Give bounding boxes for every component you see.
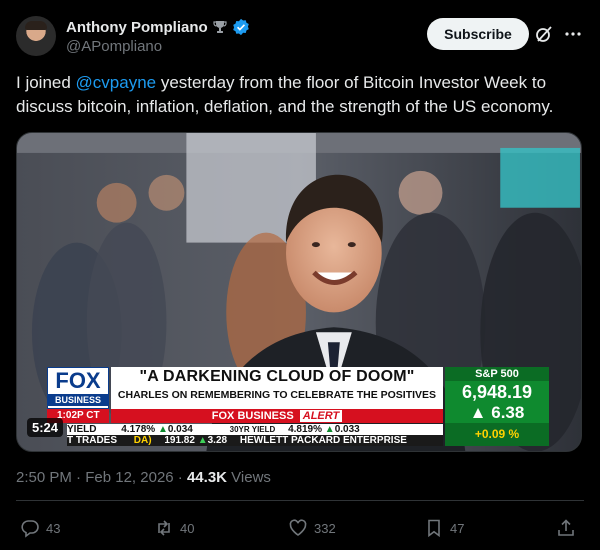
index-pct: +0.09 %: [445, 423, 549, 446]
divider: [16, 500, 584, 501]
alert-bar: FOX BUSINESS ALERT: [111, 409, 443, 423]
subscribe-button[interactable]: Subscribe: [427, 18, 529, 50]
share-button[interactable]: [556, 518, 576, 538]
ticker-change-2: 0.033: [334, 424, 360, 435]
bookmark-count: 47: [450, 520, 465, 536]
bookmark-icon: [428, 519, 440, 538]
up-arrow-icon: ▲: [157, 424, 168, 435]
action-bar: 43 40 332 47: [16, 518, 584, 542]
author-handle[interactable]: @APompliano: [66, 38, 250, 55]
video-player[interactable]: FOX BUSINESS 1:02P CT "A DARKENING CLOUD…: [16, 132, 582, 452]
index-name: S&P 500: [445, 367, 549, 381]
alert-word: ALERT: [299, 410, 343, 422]
ticker2-left: T TRADES: [67, 435, 117, 446]
chyron-subhead: CHARLES ON REMEMBERING TO CELEBRATE THE …: [117, 389, 437, 401]
chyron-headline-box: "A DARKENING CLOUD OF DOOM" CHARLES ON R…: [111, 367, 443, 409]
ticker2-change: 3.28: [207, 435, 228, 446]
ticker-row-2: T TRADES DA) 191.82 ▲3.28 HEWLETT PACKAR…: [67, 435, 443, 446]
up-arrow-icon: ▲: [324, 424, 335, 435]
like-button[interactable]: 332: [288, 518, 336, 538]
news-chyron: FOX BUSINESS 1:02P CT "A DARKENING CLOUD…: [47, 367, 567, 446]
views-label: Views: [227, 469, 271, 486]
index-change-value: 6.38: [491, 403, 525, 422]
ticker-value-2: 4.819%: [288, 424, 323, 435]
avatar[interactable]: [16, 16, 56, 56]
tweet-header: Anthony Pompliano @APompliano Subscribe: [16, 14, 584, 58]
fox-logo: FOX BUSINESS: [47, 367, 109, 409]
up-arrow-icon: ▲: [469, 403, 487, 422]
chyron-headline: "A DARKENING CLOUD OF DOOM": [139, 368, 415, 385]
reply-button[interactable]: 43: [20, 518, 60, 538]
video-duration: 5:24: [27, 418, 64, 437]
ticker-label-2: 30YR YIELD: [229, 425, 276, 434]
up-arrow-icon: ▲: [197, 435, 208, 446]
mention-link[interactable]: @cvpayne: [76, 73, 157, 92]
reply-count: 43: [46, 520, 61, 536]
author-block: Anthony Pompliano @APompliano: [66, 17, 250, 55]
verified-badge-icon: [232, 18, 249, 36]
repost-icon: [158, 520, 170, 536]
tweet-time[interactable]: 2:50 PM: [16, 469, 72, 486]
alert-brand: FOX BUSINESS: [211, 410, 294, 422]
ticker2-symbol: DA): [133, 435, 152, 446]
fox-logo-sub: BUSINESS: [48, 394, 108, 406]
tweet-text: I joined @cvpayne yesterday from the flo…: [16, 71, 586, 119]
repost-count: 40: [180, 520, 195, 536]
tweet-meta: 2:50 PM · Feb 12, 2026 · 44.3K Views: [16, 469, 271, 486]
reply-icon: [21, 520, 39, 538]
views-count: 44.3K: [186, 469, 227, 486]
repost-button[interactable]: 40: [154, 518, 194, 538]
index-change: ▲ 6.38: [445, 403, 549, 423]
ticker-change: 0.034: [167, 424, 193, 435]
like-count: 332: [314, 520, 336, 536]
ticker2-right: HEWLETT PACKARD ENTERPRISE: [239, 435, 407, 446]
meta-separator: ·: [71, 469, 86, 486]
ticker2-value: 191.82: [164, 435, 195, 446]
share-icon: [558, 519, 574, 536]
like-icon: [289, 519, 307, 536]
tweet-date[interactable]: Feb 12, 2026: [85, 469, 173, 486]
ticker-row-1: YIELD 4.178% ▲0.034 30YR YIELD 4.819% ▲0…: [67, 424, 443, 435]
grok-icon[interactable]: [534, 24, 554, 44]
meta-separator-2: ·: [173, 469, 187, 486]
more-icon[interactable]: [562, 23, 584, 45]
author-name[interactable]: Anthony Pompliano: [66, 19, 208, 36]
ticker-label: YIELD: [67, 424, 97, 435]
trophy-icon: [213, 21, 227, 33]
index-value: 6,948.19: [461, 382, 533, 402]
fox-logo-text: FOX: [55, 368, 101, 393]
ticker-value: 4.178%: [121, 424, 156, 435]
tweet-text-start: I joined: [16, 73, 76, 92]
index-box: S&P 500 6,948.19 ▲ 6.38: [445, 367, 549, 423]
bookmark-button[interactable]: 47: [424, 518, 464, 538]
